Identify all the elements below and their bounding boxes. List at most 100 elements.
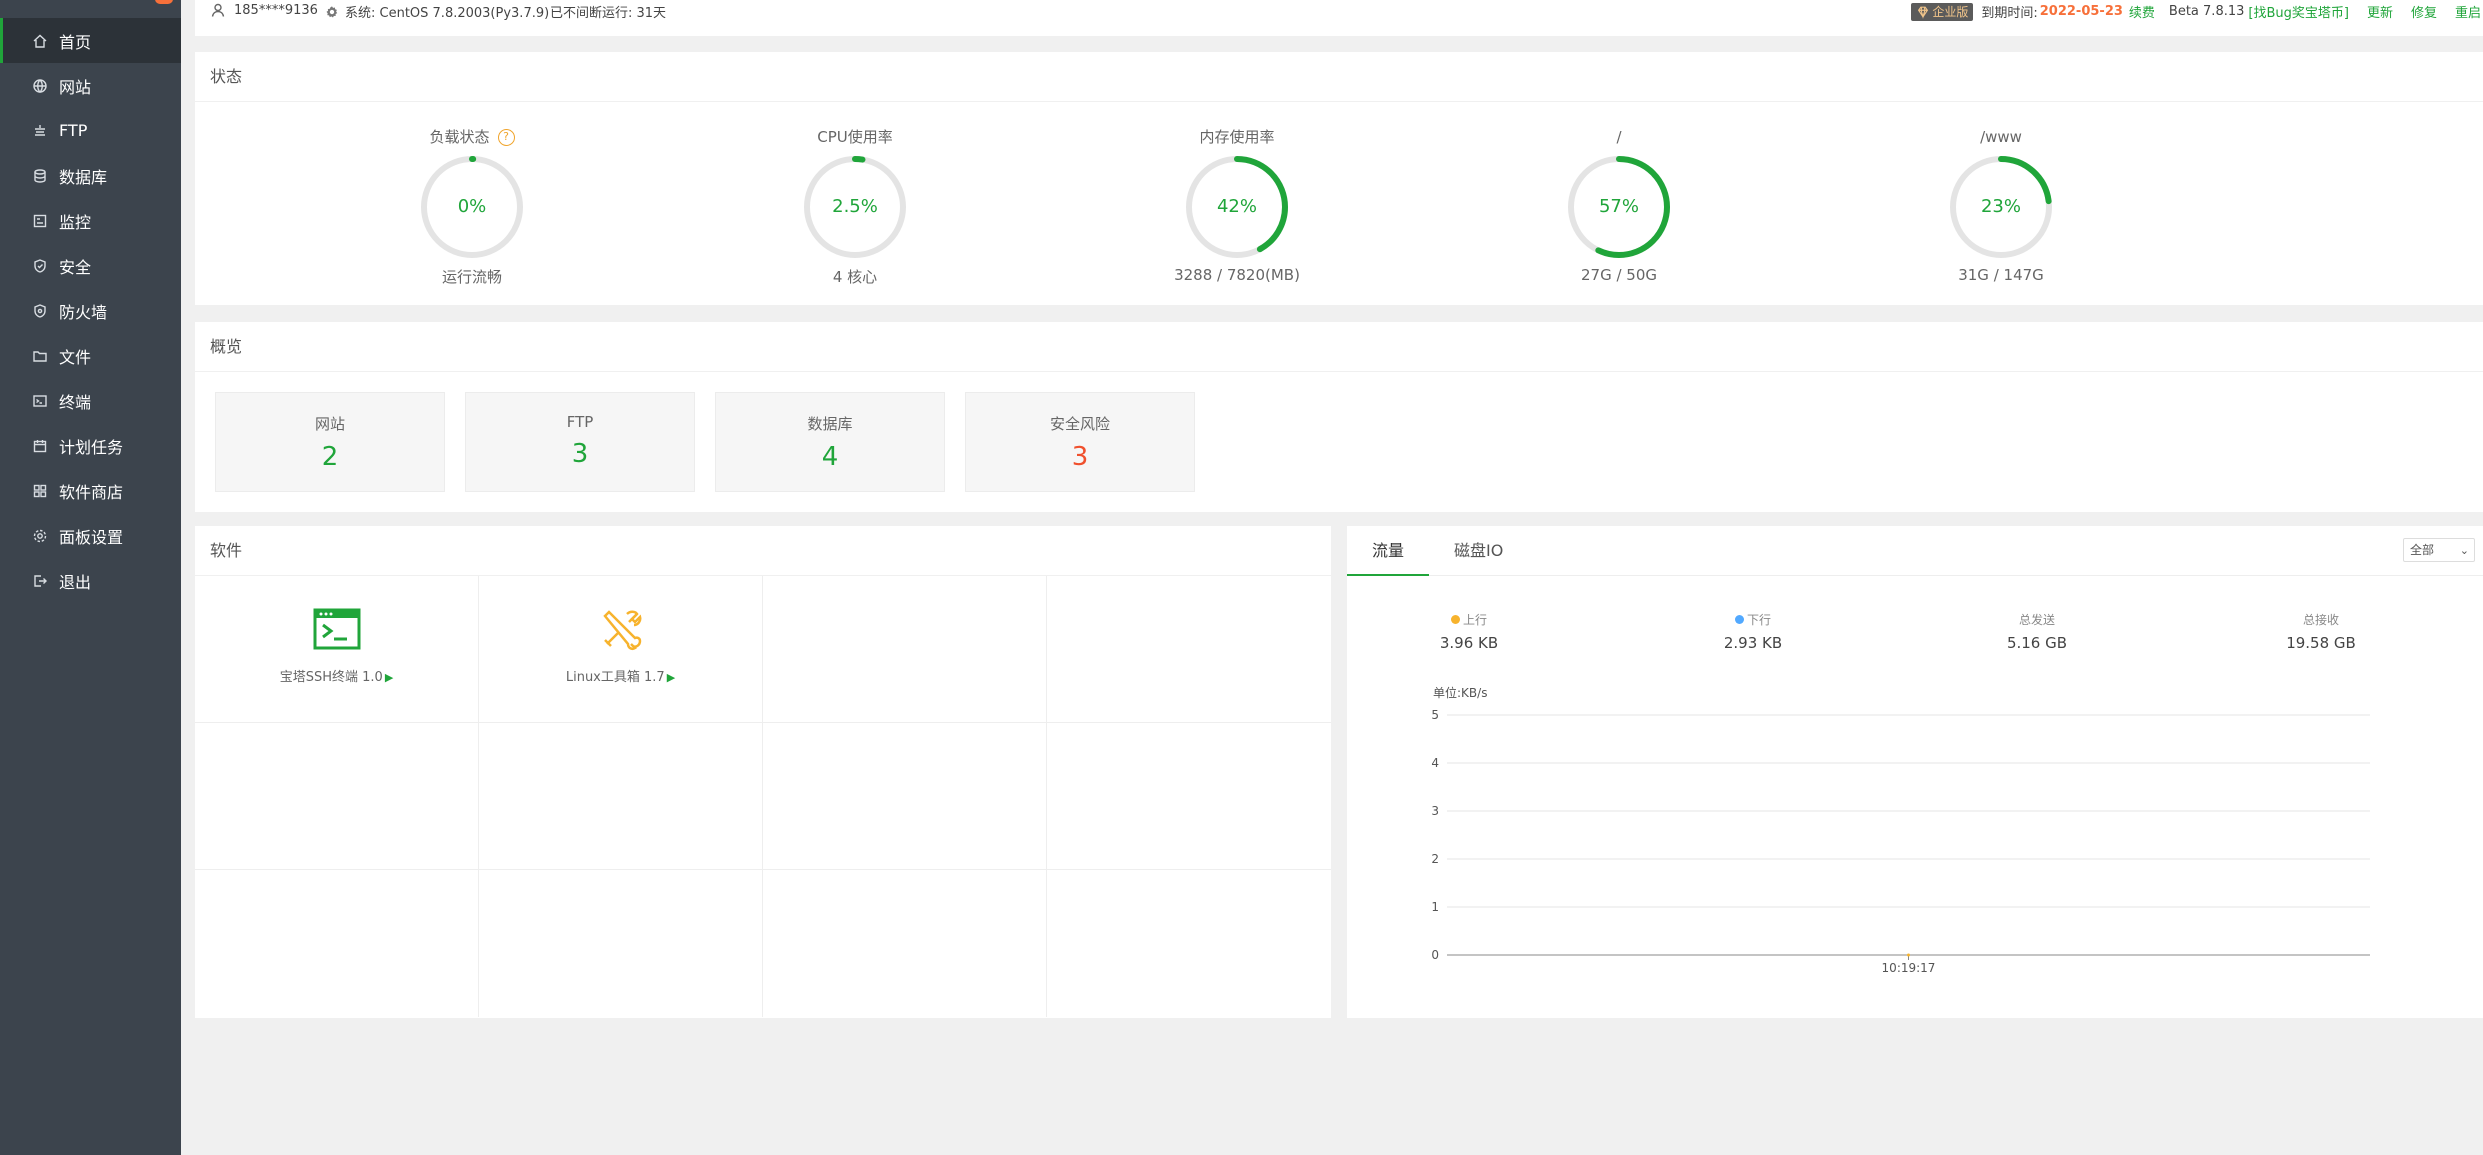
renew-link[interactable]: 续费 (2129, 2, 2155, 21)
bug-reward-link[interactable]: [找Bug奖宝塔币] (2248, 2, 2349, 21)
sidebar-item-website[interactable]: 网站 (0, 63, 181, 108)
y-axis-unit-label: 单位:KB/s (1433, 685, 1487, 700)
y-tick-label: 1 (1431, 900, 1439, 914)
edition-label: 企业版 (1932, 4, 1969, 19)
overview-card-website[interactable]: 网站 2 (215, 392, 445, 492)
gauge-title: / (1616, 128, 1622, 146)
status-title: 状态 (195, 52, 2483, 102)
version-text: Beta 7.8.13 (2168, 4, 2245, 19)
gauge-subtext: 4 核心 (832, 268, 878, 286)
overview-card-label: 网站 (314, 415, 345, 433)
expire-label: 到期时间: (1981, 6, 2038, 21)
overview-card-label: 安全风险 (1049, 415, 1110, 433)
diamond-icon (1918, 6, 1929, 19)
sidebar-item-security[interactable]: 安全 (0, 243, 181, 288)
y-tick-label: 0 (1431, 948, 1439, 962)
sidebar-item-database[interactable]: 数据库 (0, 153, 181, 198)
logout-icon (31, 572, 49, 590)
gauge-title: CPU使用率 (817, 128, 893, 146)
gauge-cpu[interactable]: CPU使用率 2.5% 4 核心 (755, 126, 955, 287)
overview-card-security-risk[interactable]: 安全风险 3 (965, 392, 1195, 492)
home-icon (31, 32, 49, 50)
overview-card-label: FTP (566, 413, 594, 431)
play-icon[interactable]: ▶ (385, 671, 393, 684)
overview-card-label: 数据库 (807, 415, 853, 433)
repair-link[interactable]: 修复 (2411, 2, 2437, 21)
gauge-value: 0% (457, 196, 487, 217)
sidebar-item-label: 安全 (59, 257, 92, 277)
ssh-terminal-icon (195, 608, 478, 654)
software-item-name-wrap: Linux工具箱 1.7 ▶ (479, 666, 762, 685)
overview-card-value: 3 (571, 439, 589, 469)
software-slot-empty (763, 870, 1047, 1017)
gauge-disk-root[interactable]: / 57% 27G / 50G (1519, 126, 1719, 284)
sidebar-nav: 首页 网站 FTP 数据库 监控 安全 防火墙 文件 终端 计划任务 软件商店 … (0, 18, 181, 603)
sidebar-item-label: 软件商店 (59, 482, 124, 502)
gauge-value: 42% (1216, 196, 1257, 217)
enterprise-badge: 企业版 (1911, 2, 1974, 21)
software-item-name: Linux工具箱 1.7 (565, 670, 665, 685)
sidebar-item-files[interactable]: 文件 (0, 333, 181, 378)
help-icon[interactable]: ? (497, 128, 515, 146)
toolbox-icon (479, 608, 762, 654)
software-slot-empty (195, 723, 479, 870)
update-link[interactable]: 更新 (2367, 2, 2393, 21)
ftp-icon (31, 122, 49, 140)
database-icon (31, 167, 49, 185)
software-slot-empty (479, 870, 763, 1017)
user-info[interactable]: 185****9136 (210, 2, 318, 18)
overview-card-value: 2 (321, 442, 339, 472)
gauge-ring: 0% (419, 154, 525, 260)
traffic-chart-svg: 单位:KB/s 0 1 2 3 4 5 10:19:17 (1431, 685, 2370, 975)
user-account: 185****9136 (234, 2, 318, 18)
sidebar-item-label: 防火墙 (59, 302, 108, 322)
restart-link[interactable]: 重启 (2455, 2, 2481, 21)
gauge-load[interactable]: 负载状态 ? 0% 运行流畅 (372, 126, 572, 287)
sidebar-item-label: 面板设置 (59, 527, 124, 547)
sidebar-item-terminal[interactable]: 终端 (0, 378, 181, 423)
sidebar-item-home[interactable]: 首页 (0, 18, 181, 63)
gauge-memory[interactable]: 内存使用率 42% 3288 / 7820(MB) (1137, 126, 1337, 284)
sidebar-item-cron[interactable]: 计划任务 (0, 423, 181, 468)
software-item-name: 宝塔SSH终端 1.0 (279, 670, 383, 685)
gauge-disk-www[interactable]: /www 23% 31G / 147G (1901, 126, 2101, 284)
overview-card-ftp[interactable]: FTP 3 (465, 392, 695, 492)
y-tick-label: 2 (1431, 852, 1439, 866)
firewall-icon (31, 302, 49, 320)
play-icon[interactable]: ▶ (667, 671, 675, 684)
series-point (1907, 953, 1910, 957)
expire-date: 2022-05-23 (2039, 4, 2123, 19)
gear-icon (31, 527, 49, 545)
logo[interactable] (12, 0, 32, 4)
sidebar-item-label: 退出 (59, 572, 92, 592)
sidebar-item-monitor[interactable]: 监控 (0, 198, 181, 243)
notification-badge[interactable] (155, 0, 173, 4)
gauge-subtext: 27G / 50G (1580, 266, 1657, 284)
sidebar-item-settings[interactable]: 面板设置 (0, 513, 181, 558)
sidebar-item-ftp[interactable]: FTP (0, 108, 181, 153)
status-panel: 状态 负载状态 ? 0% 运行流畅 CPU使用率 2.5% 4 核心 内存使用率 (195, 52, 2483, 305)
uptime-text: 已不间断运行: 31天 (550, 6, 667, 21)
overview-title: 概览 (195, 322, 2483, 372)
software-item-toolbox[interactable]: Linux工具箱 1.7 ▶ (479, 576, 763, 723)
gauge-ring: 2.5% (802, 154, 908, 260)
software-title: 软件 (195, 526, 1331, 576)
gauge-title: /www (1980, 128, 2022, 146)
sidebar-item-firewall[interactable]: 防火墙 (0, 288, 181, 333)
gauge-ring: 57% (1566, 154, 1672, 260)
software-grid: 宝塔SSH终端 1.0 ▶ Linux工具箱 1.7 ▶ (195, 576, 1331, 1018)
sidebar-item-label: 计划任务 (59, 437, 124, 457)
sidebar-item-logout[interactable]: 退出 (0, 558, 181, 603)
calendar-icon (31, 437, 49, 455)
gauge-subtext: 31G / 147G (1958, 266, 2044, 284)
terminal-icon (31, 392, 49, 410)
sidebar-item-label: FTP (59, 121, 88, 140)
shield-icon (31, 257, 49, 275)
sidebar-item-label: 网站 (59, 77, 92, 97)
overview-panel: 概览 网站 2 FTP 3 数据库 4 安全风险 3 (195, 322, 2483, 512)
software-item-ssh[interactable]: 宝塔SSH终端 1.0 ▶ (195, 576, 479, 723)
sidebar-item-store[interactable]: 软件商店 (0, 468, 181, 513)
overview-card-database[interactable]: 数据库 4 (715, 392, 945, 492)
y-tick-label: 4 (1431, 756, 1439, 770)
globe-icon (31, 77, 49, 95)
